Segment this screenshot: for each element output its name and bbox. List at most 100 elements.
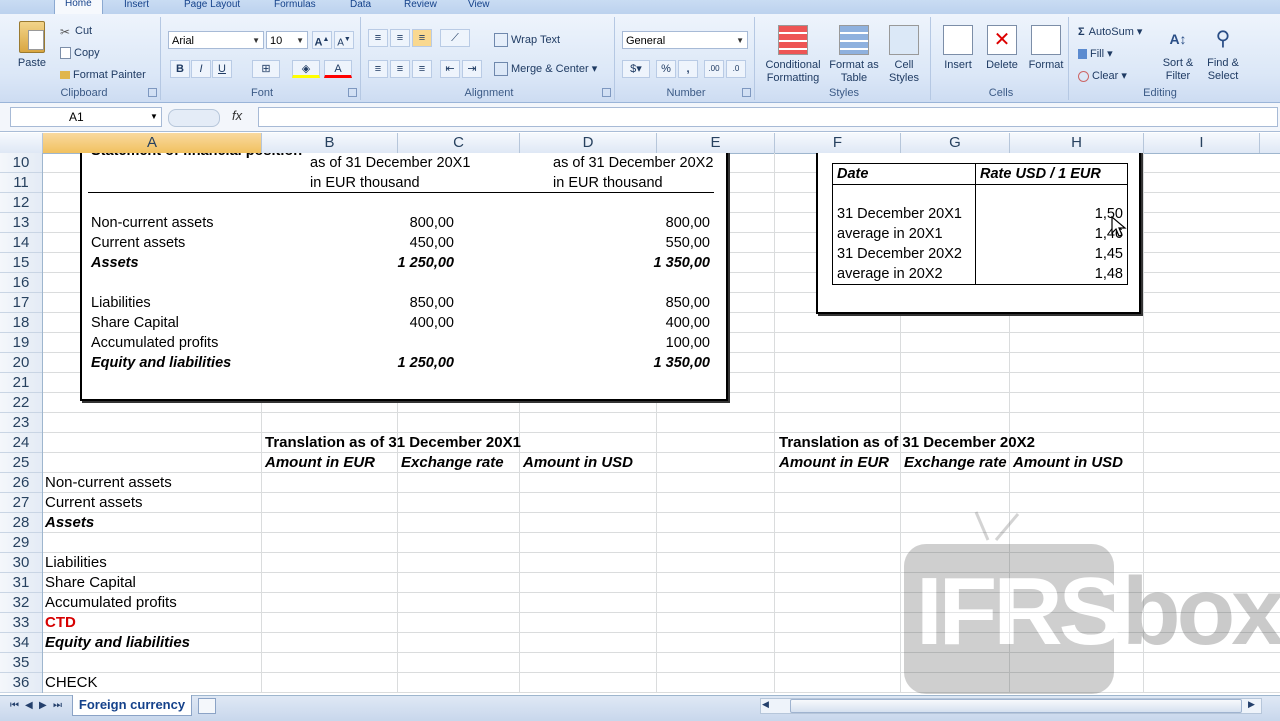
row-header[interactable]: 18 — [0, 313, 42, 333]
name-box[interactable]: A1 — [10, 107, 162, 127]
borders-button[interactable]: ⊞ — [252, 60, 280, 78]
comma-button[interactable]: , — [678, 60, 698, 78]
find-select-button[interactable]: ⚲ Find & Select — [1200, 25, 1246, 83]
header-amount-eur-20x1[interactable]: Amount in EUR — [265, 453, 375, 473]
column-header-b[interactable]: B — [262, 133, 398, 153]
next-sheet-nav-icon[interactable]: ▶ — [39, 700, 47, 711]
header-amount-usd-20x2[interactable]: Amount in USD — [1013, 453, 1123, 473]
cut-button[interactable]: ✂ Cut — [60, 25, 92, 39]
wrap-text-button[interactable]: Wrap Text — [494, 33, 560, 47]
row-header[interactable]: 33 — [0, 613, 42, 633]
row-header[interactable]: 31 — [0, 573, 42, 593]
column-header-h[interactable]: H — [1010, 133, 1144, 153]
format-as-table-button[interactable]: Format as Table — [828, 25, 880, 85]
row-header[interactable]: 11 — [0, 173, 42, 193]
shrink-font-button[interactable]: A▼ — [334, 31, 354, 49]
exchange-rate-box[interactable]: Date Rate USD / 1 EUR 31 December 20X1 1… — [816, 153, 1141, 314]
row-header[interactable]: 32 — [0, 593, 42, 613]
tab-review[interactable]: Review — [404, 0, 437, 14]
row-header[interactable]: 23 — [0, 413, 42, 433]
underline-button[interactable]: U — [212, 60, 232, 78]
font-size-select[interactable]: 10 ▼ — [266, 31, 308, 49]
grow-font-button[interactable]: A▲ — [312, 31, 332, 49]
cell-styles-button[interactable]: Cell Styles — [882, 25, 926, 85]
row-header[interactable]: 28 — [0, 513, 42, 533]
currency-button[interactable]: $▾ — [622, 60, 650, 78]
row-header[interactable]: 21 — [0, 373, 42, 393]
tab-insert[interactable]: Insert — [124, 0, 149, 14]
row-header[interactable]: 19 — [0, 333, 42, 353]
header-exchange-rate-20x1[interactable]: Exchange rate — [401, 453, 504, 473]
increase-decimal-button[interactable]: .00 — [704, 60, 724, 78]
row-header[interactable]: 20 — [0, 353, 42, 373]
formula-expand-handle[interactable] — [168, 109, 220, 127]
font-color-button[interactable]: A — [324, 60, 352, 78]
insert-function-icon[interactable]: fx — [232, 108, 242, 123]
row-header[interactable]: 29 — [0, 533, 42, 553]
translation-20x1-title[interactable]: Translation as of 31 December 20X1 — [265, 433, 521, 453]
align-center-button[interactable]: ≡ — [390, 60, 410, 78]
row-header[interactable]: 10 — [0, 153, 42, 173]
conditional-formatting-button[interactable]: Conditional Formatting — [760, 25, 826, 85]
copy-button[interactable]: Copy — [60, 47, 100, 60]
row-header[interactable]: 16 — [0, 273, 42, 293]
column-header-e[interactable]: E — [657, 133, 775, 153]
column-header-g[interactable]: G — [901, 133, 1010, 153]
cell-a33-ctd[interactable]: CTD — [45, 613, 76, 633]
horizontal-scrollbar-thumb[interactable] — [790, 699, 1242, 713]
orientation-button[interactable]: ⟋ — [440, 29, 470, 47]
cell-a26[interactable]: Non-current assets — [45, 473, 172, 493]
scroll-right-icon[interactable]: ▶ — [1248, 699, 1255, 710]
column-header-d[interactable]: D — [520, 133, 657, 153]
row-header[interactable]: 35 — [0, 653, 42, 673]
tab-view[interactable]: View — [468, 0, 490, 14]
row-header[interactable]: 34 — [0, 633, 42, 653]
align-middle-button[interactable]: ≡ — [390, 29, 410, 47]
delete-cells-button[interactable]: ✕ Delete — [980, 25, 1024, 72]
align-bottom-button[interactable]: ≡ — [412, 29, 432, 47]
row-header[interactable]: 13 — [0, 213, 42, 233]
row-header[interactable]: 26 — [0, 473, 42, 493]
column-header-i[interactable]: I — [1144, 133, 1260, 153]
row-header[interactable]: 15 — [0, 253, 42, 273]
row-header[interactable]: 22 — [0, 393, 42, 413]
tab-home[interactable]: Home — [54, 0, 103, 15]
decrease-decimal-button[interactable]: .0 — [726, 60, 746, 78]
first-sheet-nav-icon[interactable]: ⏮ — [10, 700, 19, 711]
tab-formulas[interactable]: Formulas — [274, 0, 316, 14]
percent-button[interactable]: % — [656, 60, 676, 78]
cell-a31[interactable]: Share Capital — [45, 573, 136, 593]
decrease-indent-button[interactable]: ⇤ — [440, 60, 460, 78]
formula-input[interactable] — [258, 107, 1278, 127]
cell-a28[interactable]: Assets — [45, 513, 94, 533]
clear-button[interactable]: Clear ▾ — [1078, 69, 1127, 82]
fill-button[interactable]: Fill ▾ — [1078, 47, 1113, 60]
row-header[interactable]: 12 — [0, 193, 42, 213]
fill-color-button[interactable]: ◈ — [292, 60, 320, 78]
scroll-left-icon[interactable]: ◀ — [762, 699, 769, 710]
increase-indent-button[interactable]: ⇥ — [462, 60, 482, 78]
row-header[interactable]: 17 — [0, 293, 42, 313]
clipboard-dialog-launcher[interactable] — [148, 88, 157, 97]
header-amount-eur-20x2[interactable]: Amount in EUR — [779, 453, 889, 473]
number-format-select[interactable]: General ▼ — [622, 31, 748, 49]
insert-worksheet-icon[interactable] — [198, 698, 216, 714]
row-header[interactable]: 27 — [0, 493, 42, 513]
translation-20x2-title[interactable]: Translation as of 31 December 20X2 — [779, 433, 1035, 453]
column-header-a[interactable]: A — [43, 133, 262, 153]
header-amount-usd-20x1[interactable]: Amount in USD — [523, 453, 633, 473]
italic-button[interactable]: I — [191, 60, 211, 78]
alignment-dialog-launcher[interactable] — [602, 88, 611, 97]
row-header[interactable]: 24 — [0, 433, 42, 453]
last-sheet-nav-icon[interactable]: ⏭ — [53, 700, 62, 711]
financial-position-box[interactable]: Statement of financial position as of 31… — [80, 153, 728, 401]
align-right-button[interactable]: ≡ — [412, 60, 432, 78]
row-header[interactable]: 14 — [0, 233, 42, 253]
cell-a30[interactable]: Liabilities — [45, 553, 107, 573]
column-header-c[interactable]: C — [398, 133, 520, 153]
select-all-corner[interactable] — [0, 133, 43, 153]
autosum-button[interactable]: Σ AutoSum ▾ — [1078, 25, 1142, 38]
align-left-button[interactable]: ≡ — [368, 60, 388, 78]
insert-cells-button[interactable]: Insert — [936, 25, 980, 72]
sheet-tab-foreign-currency[interactable]: Foreign currency — [72, 695, 192, 716]
